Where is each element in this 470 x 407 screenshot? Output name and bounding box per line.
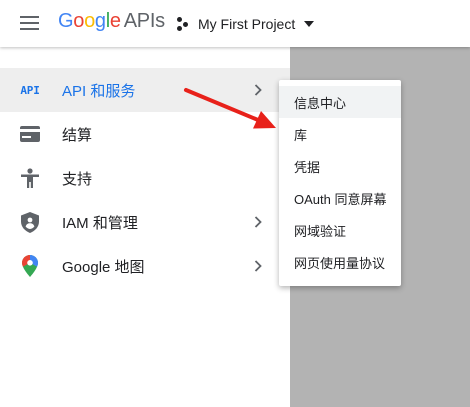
submenu-item-credentials[interactable]: 凭据 — [279, 150, 401, 182]
sidebar-item-label: API 和服务 — [62, 82, 136, 100]
billing-icon — [18, 122, 42, 146]
sidebar-item-label: IAM 和管理 — [62, 214, 138, 232]
sidebar-item-billing[interactable]: 结算 — [0, 112, 290, 156]
support-icon — [18, 166, 42, 190]
submenu-item-domain-verification[interactable]: 网域验证 — [279, 214, 401, 246]
chevron-right-icon — [252, 216, 264, 228]
submenu-item-dashboard[interactable]: 信息中心 — [279, 86, 401, 118]
google-wordmark: Google — [58, 10, 121, 32]
navigation-drawer: API API 和服务 结算 支持 IAM 和管理 Google 地图 — [0, 47, 290, 407]
chevron-right-icon — [252, 260, 264, 272]
shield-icon — [18, 210, 42, 234]
maps-pin-icon — [18, 254, 42, 278]
project-name: My First Project — [198, 16, 296, 32]
submenu-item-page-usage-agreements[interactable]: 网页使用量协议 — [279, 246, 401, 278]
chevron-right-icon — [252, 84, 264, 96]
caret-down-icon — [304, 21, 315, 27]
project-icon — [176, 17, 190, 31]
logo-suffix: APIs — [123, 10, 165, 32]
sidebar-item-label: Google 地图 — [62, 258, 145, 276]
sidebar-item-label: 结算 — [62, 126, 93, 144]
api-services-submenu: 信息中心 库 凭据 OAuth 同意屏幕 网域验证 网页使用量协议 — [279, 80, 401, 286]
api-icon: API — [20, 83, 40, 97]
project-selector[interactable]: My First Project — [176, 12, 315, 36]
sidebar-item-google-maps[interactable]: Google 地图 — [0, 244, 290, 288]
menu-icon[interactable] — [20, 15, 40, 31]
sidebar-item-iam-admin[interactable]: IAM 和管理 — [0, 200, 290, 244]
sidebar-item-label: 支持 — [62, 170, 93, 188]
sidebar-item-support[interactable]: 支持 — [0, 156, 290, 200]
submenu-item-library[interactable]: 库 — [279, 118, 401, 150]
submenu-item-oauth-consent[interactable]: OAuth 同意屏幕 — [279, 182, 401, 214]
google-apis-logo[interactable]: Google APIs — [58, 10, 165, 36]
sidebar-item-api-services[interactable]: API API 和服务 — [0, 68, 290, 112]
top-app-bar: Google APIs My First Project — [0, 0, 470, 47]
